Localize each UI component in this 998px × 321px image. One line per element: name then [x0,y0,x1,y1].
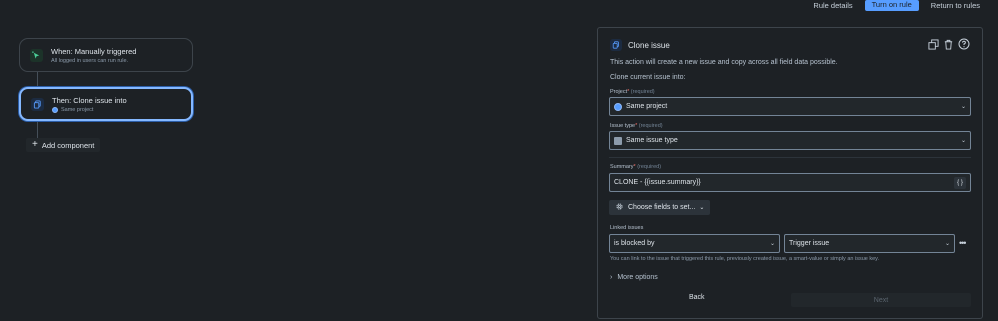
linked-issues-helper: You can link to the issue that triggered… [610,256,880,262]
issue-type-select[interactable]: Same issue type ⌄ [609,131,971,150]
plus-icon: + [32,139,38,150]
action-title: Then: Clone issue into [52,95,127,105]
clone-into-label: Clone current issue into: [610,74,686,81]
clone-icon [31,97,44,111]
chevron-down-icon: ⌄ [769,241,775,247]
summary-label: Summary [610,164,634,170]
cursor-click-icon [30,48,43,62]
next-button[interactable]: Next [791,293,971,307]
turn-on-rule-button[interactable]: Turn on rule [864,0,919,11]
trigger-subtitle: All logged in users can run rule. [51,57,129,64]
link-target-select[interactable]: Trigger issue ⌄ [784,234,955,253]
duplicate-icon[interactable] [928,38,939,52]
choose-fields-button[interactable]: Choose fields to set... ⌄ [609,200,711,215]
chevron-down-icon: ⌄ [944,241,950,247]
clone-icon [610,39,622,51]
trigger-node[interactable]: When: Manually triggered All logged in u… [19,38,193,72]
connector-line [37,72,38,87]
issue-type-icon [614,136,622,145]
trash-icon[interactable] [943,39,954,52]
chevron-down-icon: ⌄ [960,138,966,144]
help-icon[interactable] [958,38,970,52]
divider [609,157,971,158]
more-actions-icon[interactable]: ••• [959,238,967,248]
chevron-down-icon: ⌄ [699,205,705,211]
link-type-select[interactable]: is blocked by ⌄ [609,234,780,253]
project-label: Project [610,89,628,95]
add-component-button[interactable]: + Add component [26,138,101,152]
trigger-title: When: Manually triggered [51,46,137,56]
add-component-label: Add component [41,140,95,150]
rule-details-link[interactable]: Rule details [807,0,858,11]
more-options-toggle[interactable]: › More options [610,274,658,281]
panel-header: Clone issue [610,38,970,52]
top-bar: Rule details Turn on rule Return to rule… [807,0,986,11]
chevron-right-icon: › [610,274,613,281]
back-button[interactable]: Back [689,294,705,301]
project-avatar-icon [52,106,58,113]
gear-icon [615,202,624,213]
panel-description: This action will create a new issue and … [610,59,838,66]
project-select[interactable]: Same project ⌄ [609,97,971,116]
linked-issues-label: Linked issues [610,225,644,231]
action-subtitle: Same project [61,106,94,113]
project-avatar-icon [614,102,622,111]
issue-type-label: Issue type [610,123,636,129]
summary-input[interactable]: CLONE - {{issue.summary}} { } [609,173,971,192]
panel-title: Clone issue [628,40,670,50]
clone-issue-panel: Clone issue This action will create a ne… [597,27,983,319]
chevron-down-icon: ⌄ [960,104,966,110]
return-to-rules-link[interactable]: Return to rules [925,0,986,11]
connector-line [37,122,38,138]
action-node[interactable]: Then: Clone issue into Same project [19,87,193,121]
smart-value-icon[interactable]: { } [954,177,966,189]
